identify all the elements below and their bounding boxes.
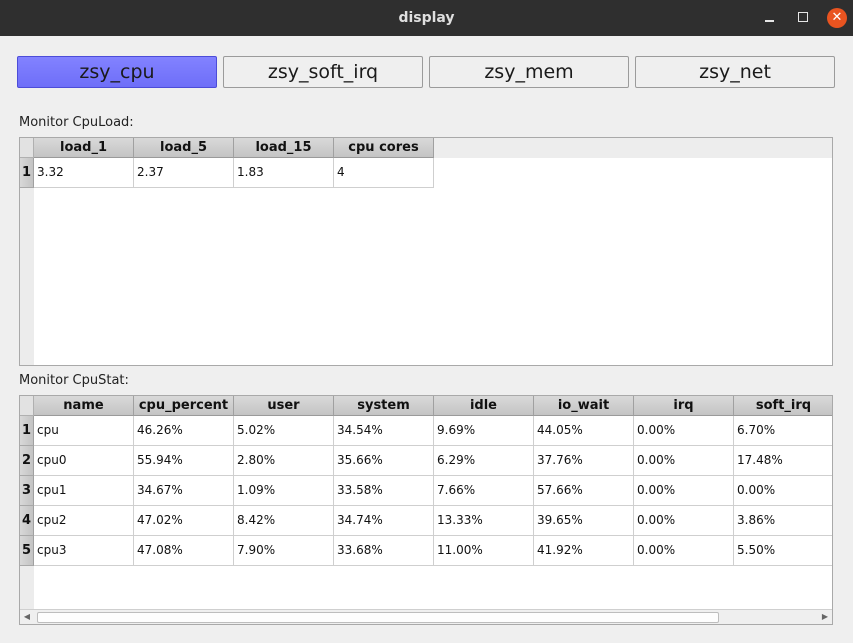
table-cell[interactable]: 34.54% xyxy=(334,416,434,446)
row-header[interactable]: 2 xyxy=(20,446,34,476)
table-cell[interactable]: 33.68% xyxy=(334,536,434,566)
scroll-right-icon[interactable]: ▶ xyxy=(818,610,832,624)
row-header[interactable]: 3 xyxy=(20,476,34,506)
table-cell[interactable]: 55.94% xyxy=(134,446,234,476)
title-bar: display ✕ xyxy=(0,0,853,36)
table-cell[interactable]: 46.26% xyxy=(134,416,234,446)
table-cell[interactable]: 3.86% xyxy=(734,506,832,536)
table-cell[interactable]: 4 xyxy=(334,158,434,188)
column-header[interactable]: soft_irq xyxy=(734,396,832,416)
row-header[interactable]: 4 xyxy=(20,506,34,536)
table-cell[interactable]: 8.42% xyxy=(234,506,334,536)
column-header[interactable]: idle xyxy=(434,396,534,416)
table-cell[interactable]: 5.02% xyxy=(234,416,334,446)
tab-zsy-mem[interactable]: zsy_mem xyxy=(429,56,629,88)
table-cell[interactable]: 1.83 xyxy=(234,158,334,188)
table-cell[interactable]: 6.29% xyxy=(434,446,534,476)
table-cell[interactable]: 35.66% xyxy=(334,446,434,476)
tab-zsy-net[interactable]: zsy_net xyxy=(635,56,835,88)
table-cell[interactable]: 7.66% xyxy=(434,476,534,506)
column-header[interactable]: cpu_percent xyxy=(134,396,234,416)
close-button[interactable]: ✕ xyxy=(827,8,847,28)
table-cell[interactable]: 33.58% xyxy=(334,476,434,506)
table-cell[interactable]: 47.02% xyxy=(134,506,234,536)
table-cell[interactable]: 39.65% xyxy=(534,506,634,536)
row-header[interactable]: 1 xyxy=(20,158,34,188)
cpustat-label: Monitor CpuStat: xyxy=(19,373,129,388)
horizontal-scrollbar[interactable]: ◀ ▶ xyxy=(20,609,832,624)
column-header[interactable]: load_15 xyxy=(234,138,334,158)
table-cell[interactable]: 34.74% xyxy=(334,506,434,536)
table-cell[interactable]: cpu2 xyxy=(34,506,134,536)
table-cell[interactable]: cpu xyxy=(34,416,134,446)
table-cell[interactable]: 2.37 xyxy=(134,158,234,188)
column-header[interactable]: load_5 xyxy=(134,138,234,158)
column-header[interactable]: cpu cores xyxy=(334,138,434,158)
cpustat-table[interactable]: name cpu_percent user system idle io_wait irq s… xyxy=(19,395,833,625)
table-cell[interactable]: 0.00% xyxy=(634,506,734,536)
table-cell[interactable]: 0.00% xyxy=(634,476,734,506)
column-header[interactable]: irq xyxy=(634,396,734,416)
table-cell[interactable]: 5.50% xyxy=(734,536,832,566)
tab-zsy-soft-irq[interactable]: zsy_soft_irq xyxy=(223,56,423,88)
table-cell[interactable]: 1.09% xyxy=(234,476,334,506)
row-header-gutter xyxy=(20,158,34,365)
minimize-icon xyxy=(764,20,774,22)
close-icon: ✕ xyxy=(831,10,843,25)
table-cell[interactable]: 7.90% xyxy=(234,536,334,566)
table-cell[interactable]: 0.00% xyxy=(634,416,734,446)
table-cell[interactable]: cpu0 xyxy=(34,446,134,476)
cpuload-table[interactable]: load_1 load_5 load_15 cpu cores 1 3.32 2.37 1.8… xyxy=(19,137,833,366)
table-cell[interactable]: 0.00% xyxy=(734,476,832,506)
table-cell[interactable]: 6.70% xyxy=(734,416,832,446)
table-cell[interactable]: 9.69% xyxy=(434,416,534,446)
column-header[interactable]: name xyxy=(34,396,134,416)
window-title: display xyxy=(398,10,455,26)
column-header[interactable]: user xyxy=(234,396,334,416)
table-cell[interactable]: 0.00% xyxy=(634,536,734,566)
table-corner[interactable] xyxy=(20,396,34,416)
table-cell[interactable]: 13.33% xyxy=(434,506,534,536)
tab-zsy-cpu[interactable]: zsy_cpu xyxy=(17,56,217,88)
cpuload-label: Monitor CpuLoad: xyxy=(19,115,134,130)
table-cell[interactable]: 41.92% xyxy=(534,536,634,566)
column-header[interactable]: io_wait xyxy=(534,396,634,416)
column-header[interactable]: system xyxy=(334,396,434,416)
column-header[interactable]: load_1 xyxy=(34,138,134,158)
maximize-icon xyxy=(798,12,808,22)
table-cell[interactable]: 47.08% xyxy=(134,536,234,566)
table-cell[interactable]: 11.00% xyxy=(434,536,534,566)
row-header[interactable]: 5 xyxy=(20,536,34,566)
table-cell[interactable]: 37.76% xyxy=(534,446,634,476)
table-cell[interactable]: 34.67% xyxy=(134,476,234,506)
maximize-button[interactable] xyxy=(793,8,813,28)
minimize-button[interactable] xyxy=(759,8,779,28)
table-cell[interactable]: 0.00% xyxy=(634,446,734,476)
table-corner[interactable] xyxy=(20,138,34,158)
table-cell[interactable]: cpu3 xyxy=(34,536,134,566)
table-cell[interactable]: 2.80% xyxy=(234,446,334,476)
row-header[interactable]: 1 xyxy=(20,416,34,446)
table-cell[interactable]: 57.66% xyxy=(534,476,634,506)
table-cell[interactable]: cpu1 xyxy=(34,476,134,506)
scrollbar-thumb[interactable] xyxy=(37,612,719,623)
scroll-left-icon[interactable]: ◀ xyxy=(20,610,34,624)
table-cell[interactable]: 3.32 xyxy=(34,158,134,188)
table-cell[interactable]: 17.48% xyxy=(734,446,832,476)
table-cell[interactable]: 44.05% xyxy=(534,416,634,446)
